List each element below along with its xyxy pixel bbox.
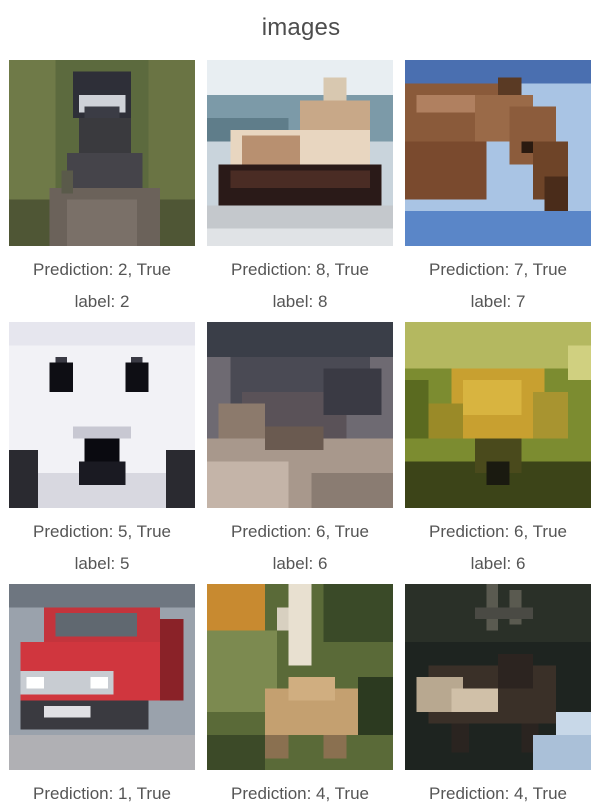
sample-image-bird [9, 60, 195, 246]
image-card: Prediction: 5, True label: 5 [9, 322, 195, 580]
prediction-text: Prediction: 6, True [231, 522, 369, 541]
true-label-text: label: 6 [470, 554, 526, 573]
image-card: Prediction: 6, True label: 6 [207, 322, 393, 580]
image-card: Prediction: 6, True label: 6 [405, 322, 591, 580]
caption: Prediction: 7, True label: 7 [405, 254, 591, 318]
prediction-text: Prediction: 5, True [33, 522, 171, 541]
prediction-text: Prediction: 7, True [429, 260, 567, 279]
prediction-text: Prediction: 4, True [231, 784, 369, 803]
true-label-text: label: 8 [272, 292, 328, 311]
sample-image-frog [405, 322, 591, 508]
prediction-text: Prediction: 8, True [231, 260, 369, 279]
caption: Prediction: 2, True label: 2 [9, 254, 195, 318]
caption: Prediction: 5, True label: 5 [9, 516, 195, 580]
sample-image-automobile [9, 584, 195, 770]
image-card: Prediction: 8, True label: 8 [207, 60, 393, 318]
sample-image-deer [207, 584, 393, 770]
prediction-text: Prediction: 4, True [429, 784, 567, 803]
caption: Prediction: 8, True label: 8 [207, 254, 393, 318]
caption: Prediction: 4, True [405, 778, 591, 810]
image-card: Prediction: 4, True [405, 584, 591, 810]
image-card: Prediction: 7, True label: 7 [405, 60, 591, 318]
prediction-text: Prediction: 1, True [33, 784, 171, 803]
caption: Prediction: 1, True [9, 778, 195, 810]
image-card: Prediction: 4, True [207, 584, 393, 810]
panel-title: images [261, 14, 341, 41]
caption: Prediction: 4, True [207, 778, 393, 810]
image-card: Prediction: 2, True label: 2 [9, 60, 195, 318]
prediction-text: Prediction: 2, True [33, 260, 171, 279]
caption: Prediction: 6, True label: 6 [207, 516, 393, 580]
true-label-text: label: 6 [272, 554, 328, 573]
true-label-text: label: 7 [470, 292, 526, 311]
sample-image-frog [207, 322, 393, 508]
image-card: Prediction: 1, True [9, 584, 195, 810]
sample-image-horse [405, 60, 591, 246]
caption: Prediction: 6, True label: 6 [405, 516, 591, 580]
true-label-text: label: 2 [74, 292, 130, 311]
prediction-text: Prediction: 6, True [429, 522, 567, 541]
true-label-text: label: 5 [74, 554, 130, 573]
sample-image-deer [405, 584, 591, 770]
sample-image-ship [207, 60, 393, 246]
sample-image-dog [9, 322, 195, 508]
